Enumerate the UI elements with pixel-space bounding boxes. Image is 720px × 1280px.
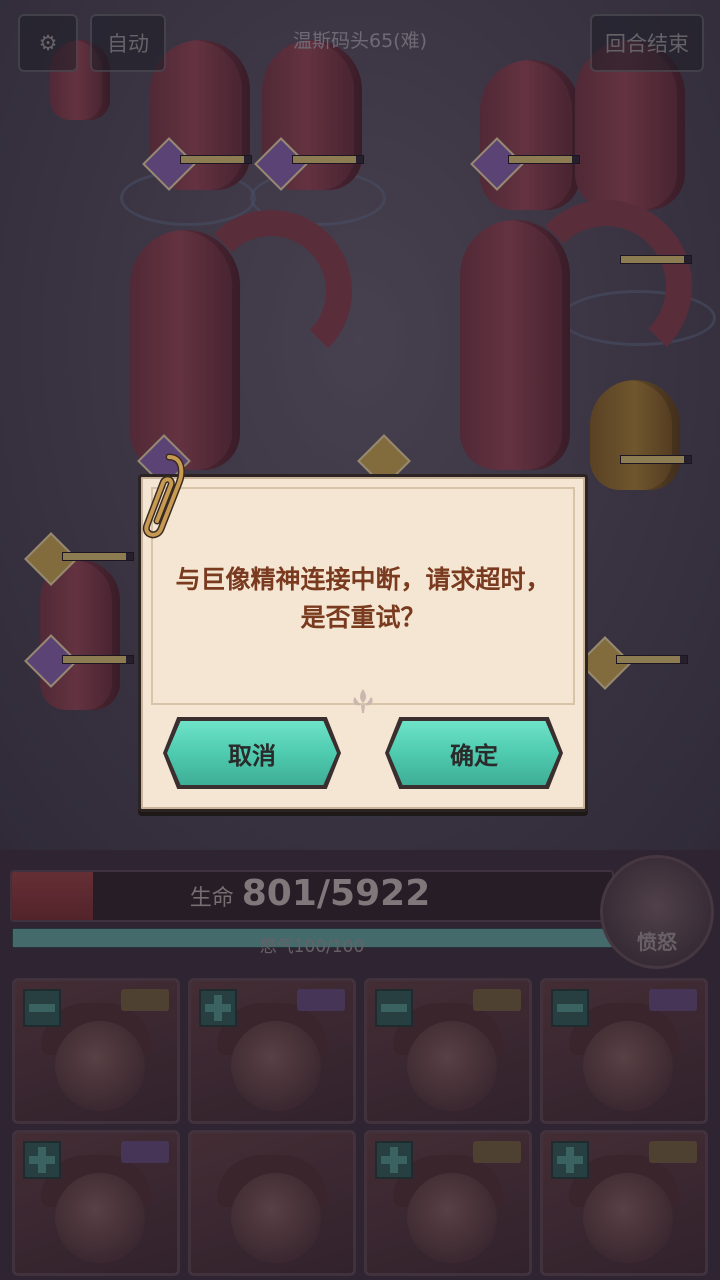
confirm-button[interactable]: 确定 bbox=[385, 717, 563, 789]
paperclip-icon bbox=[142, 453, 185, 539]
dialog-message: 与巨像精神连接中断，请求超时，是否重试？ bbox=[175, 565, 551, 632]
connection-timeout-dialog: 与巨像精神连接中断，请求超时，是否重试？ 取消 确定 bbox=[138, 453, 588, 812]
cancel-button-label: 取消 bbox=[167, 721, 337, 785]
fleur-de-lis-icon bbox=[353, 689, 373, 713]
confirm-button-label: 确定 bbox=[389, 721, 559, 785]
cancel-button[interactable]: 取消 bbox=[163, 717, 341, 789]
